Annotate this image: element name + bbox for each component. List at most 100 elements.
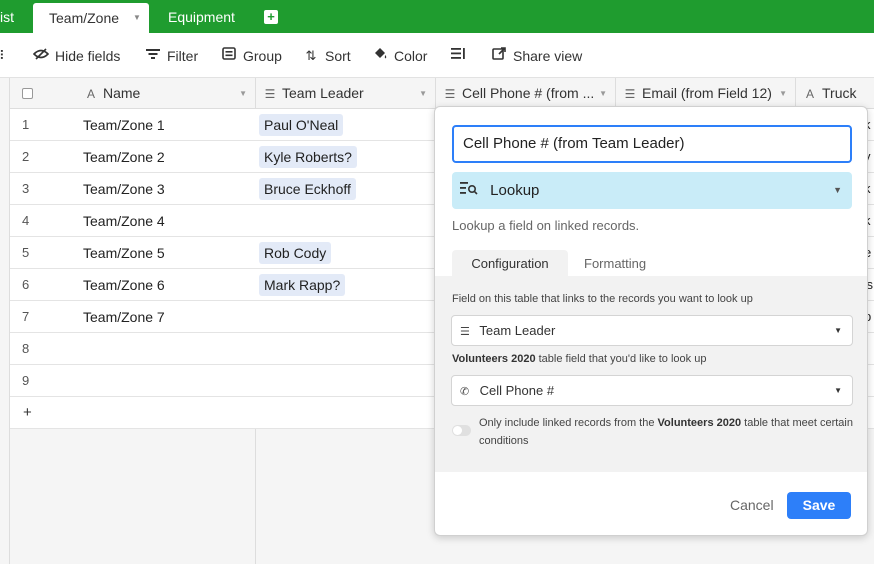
table-row[interactable]: 4 Team/Zone 4 [10,205,256,237]
share-view-label: Share view [513,48,583,64]
table-row[interactable]: 2 Team/Zone 2 [10,141,256,173]
row-number: 9 [22,373,30,388]
table-row[interactable]: 7 Team/Zone 7 [10,301,256,333]
cell-name[interactable]: Team/Zone 6 [83,269,165,301]
linked-record-chip[interactable]: Mark Rapp? [259,274,346,296]
toggle-text-table: Volunteers 2020 [657,417,742,429]
tab-configuration[interactable]: Configuration [452,250,568,277]
cell-name[interactable]: Team/Zone 4 [83,205,165,237]
sort-button[interactable]: ⇅ Sort [303,46,351,66]
share-view-button[interactable]: Share view [491,46,582,66]
column-header-truck[interactable]: A Truck [796,78,874,109]
hide-fields-label: Hide fields [55,48,121,64]
column-header-name[interactable]: A Name ▼ [10,78,256,109]
name-header-content: A Name [83,78,140,109]
column-header-email[interactable]: ☰ Email (from Field 12) ▼ [616,78,796,109]
cell-name[interactable]: Team/Zone 1 [83,109,165,141]
lookup-icon: ☰ [444,87,456,101]
row-number: 2 [22,149,30,164]
row-height-button[interactable] [450,46,466,66]
linked-record-icon: ☰ [264,87,276,101]
sort-icon: ⇅ [305,48,317,63]
lookup-field-label: Volunteers 2020 table field that you'd l… [452,353,706,365]
group-button[interactable]: Group [221,46,282,66]
chevron-down-icon: ▼ [834,386,842,395]
row-number: 5 [22,245,30,260]
add-row-button[interactable]: + [10,397,256,429]
color-button[interactable]: Color [372,46,427,66]
tab-previous-table[interactable]: ist [0,0,20,33]
table-tab-bar: ist Team/Zone ▼ Equipment + [0,0,874,33]
cell-name[interactable]: Team/Zone 2 [83,141,165,173]
field-type-description: Lookup a field on linked records. [452,218,640,233]
tab-equipment[interactable]: Equipment [168,0,235,33]
grid-header-row: A Name ▼ ☰ Team Leader ▼ ☰ Cell Phone # (fr… [10,78,874,109]
paint-bucket-icon [372,46,388,66]
chevron-down-icon: ▼ [834,326,842,335]
views-toggle-button[interactable]: ⠿ [0,46,8,66]
conditions-toggle-label: Only include linked records from the Vol… [479,414,859,450]
select-all-checkbox[interactable] [22,88,33,99]
linked-field-select[interactable]: ☰ Team Leader ▼ [451,315,853,346]
conditions-toggle[interactable] [452,425,471,436]
views-icon: ⠿ [0,46,8,66]
linked-field-value: Team Leader [479,323,556,338]
row-number: 7 [22,309,30,324]
row-number: 3 [22,181,30,196]
chevron-down-icon[interactable]: ▼ [419,78,427,109]
group-icon [221,46,237,66]
lookup-icon: ☰ [624,87,636,101]
linked-record-chip[interactable]: Rob Cody [259,242,332,264]
configuration-panel: Field on this table that links to the re… [435,276,867,472]
chevron-down-icon[interactable]: ▼ [133,3,141,33]
linked-record-chip[interactable]: Kyle Roberts? [259,146,357,168]
table-row[interactable]: 3 Team/Zone 3 [10,173,256,205]
tab-formatting[interactable]: Formatting [584,250,646,277]
chevron-down-icon[interactable]: ▼ [779,78,787,109]
linked-record-chip[interactable]: Paul O'Neal [259,114,344,136]
chevron-down-icon[interactable]: ▼ [599,78,607,109]
linked-field-label: Field on this table that links to the re… [452,293,753,305]
table-row[interactable]: 6 Team/Zone 6 [10,269,256,301]
linked-record-icon: ☰ [460,326,470,338]
column-team-leader-label: Team Leader [282,85,364,101]
tab-team-zone-label: Team/Zone [49,10,120,26]
field-name-input[interactable]: Cell Phone # (from Team Leader) [452,125,852,163]
table-row[interactable]: 9 [10,365,256,397]
phone-icon: ✆ [460,386,470,398]
table-row[interactable]: 5 Team/Zone 5 [10,237,256,269]
field-config-popup: Cell Phone # (from Team Leader) Lookup ▼… [434,106,868,536]
cell-name[interactable]: Team/Zone 3 [83,173,165,205]
lookup-field-select[interactable]: ✆ Cell Phone # ▼ [451,375,853,406]
row-number: 6 [22,277,30,292]
view-toolbar: ⠿ Hide fields Filter Group ⇅ Sort Color [0,33,874,78]
column-truck-label: Truck [822,85,857,101]
table-row[interactable]: 1 Team/Zone 1 [10,109,256,141]
hide-fields-button[interactable]: Hide fields [32,46,121,66]
tab-team-zone[interactable]: Team/Zone ▼ [33,3,149,33]
cancel-button[interactable]: Cancel [730,492,774,518]
filter-label: Filter [167,48,199,64]
add-table-icon[interactable]: + [264,10,278,24]
column-header-team-leader[interactable]: ☰ Team Leader ▼ [256,78,436,109]
column-header-cell-phone[interactable]: ☰ Cell Phone # (from ... ▼ [436,78,616,109]
linked-record-chip[interactable]: Bruce Eckhoff [259,178,356,200]
column-name-label: Name [103,85,141,101]
row-number: 1 [22,117,30,132]
share-icon [491,46,507,66]
cell-name[interactable]: Team/Zone 5 [83,237,165,269]
chevron-down-icon[interactable]: ▼ [239,78,247,109]
text-field-icon: A [805,87,814,101]
save-button[interactable]: Save [787,492,851,519]
row-height-icon [450,46,466,66]
row-number: 8 [22,341,30,356]
column-cell-phone-label: Cell Phone # (from ... [462,85,595,101]
field-type-select[interactable]: Lookup ▼ [452,172,852,209]
lookup-field-label-text: table field that you'd like to look up [535,353,707,365]
filter-button[interactable]: Filter [145,46,198,66]
cell-name[interactable]: Team/Zone 7 [83,301,165,333]
primary-column-pane: 1 Team/Zone 1 2 Team/Zone 2 3 Team/Zone … [10,109,256,564]
table-row[interactable]: 8 [10,333,256,365]
field-type-label: Lookup [490,182,540,199]
lookup-icon [460,172,478,209]
